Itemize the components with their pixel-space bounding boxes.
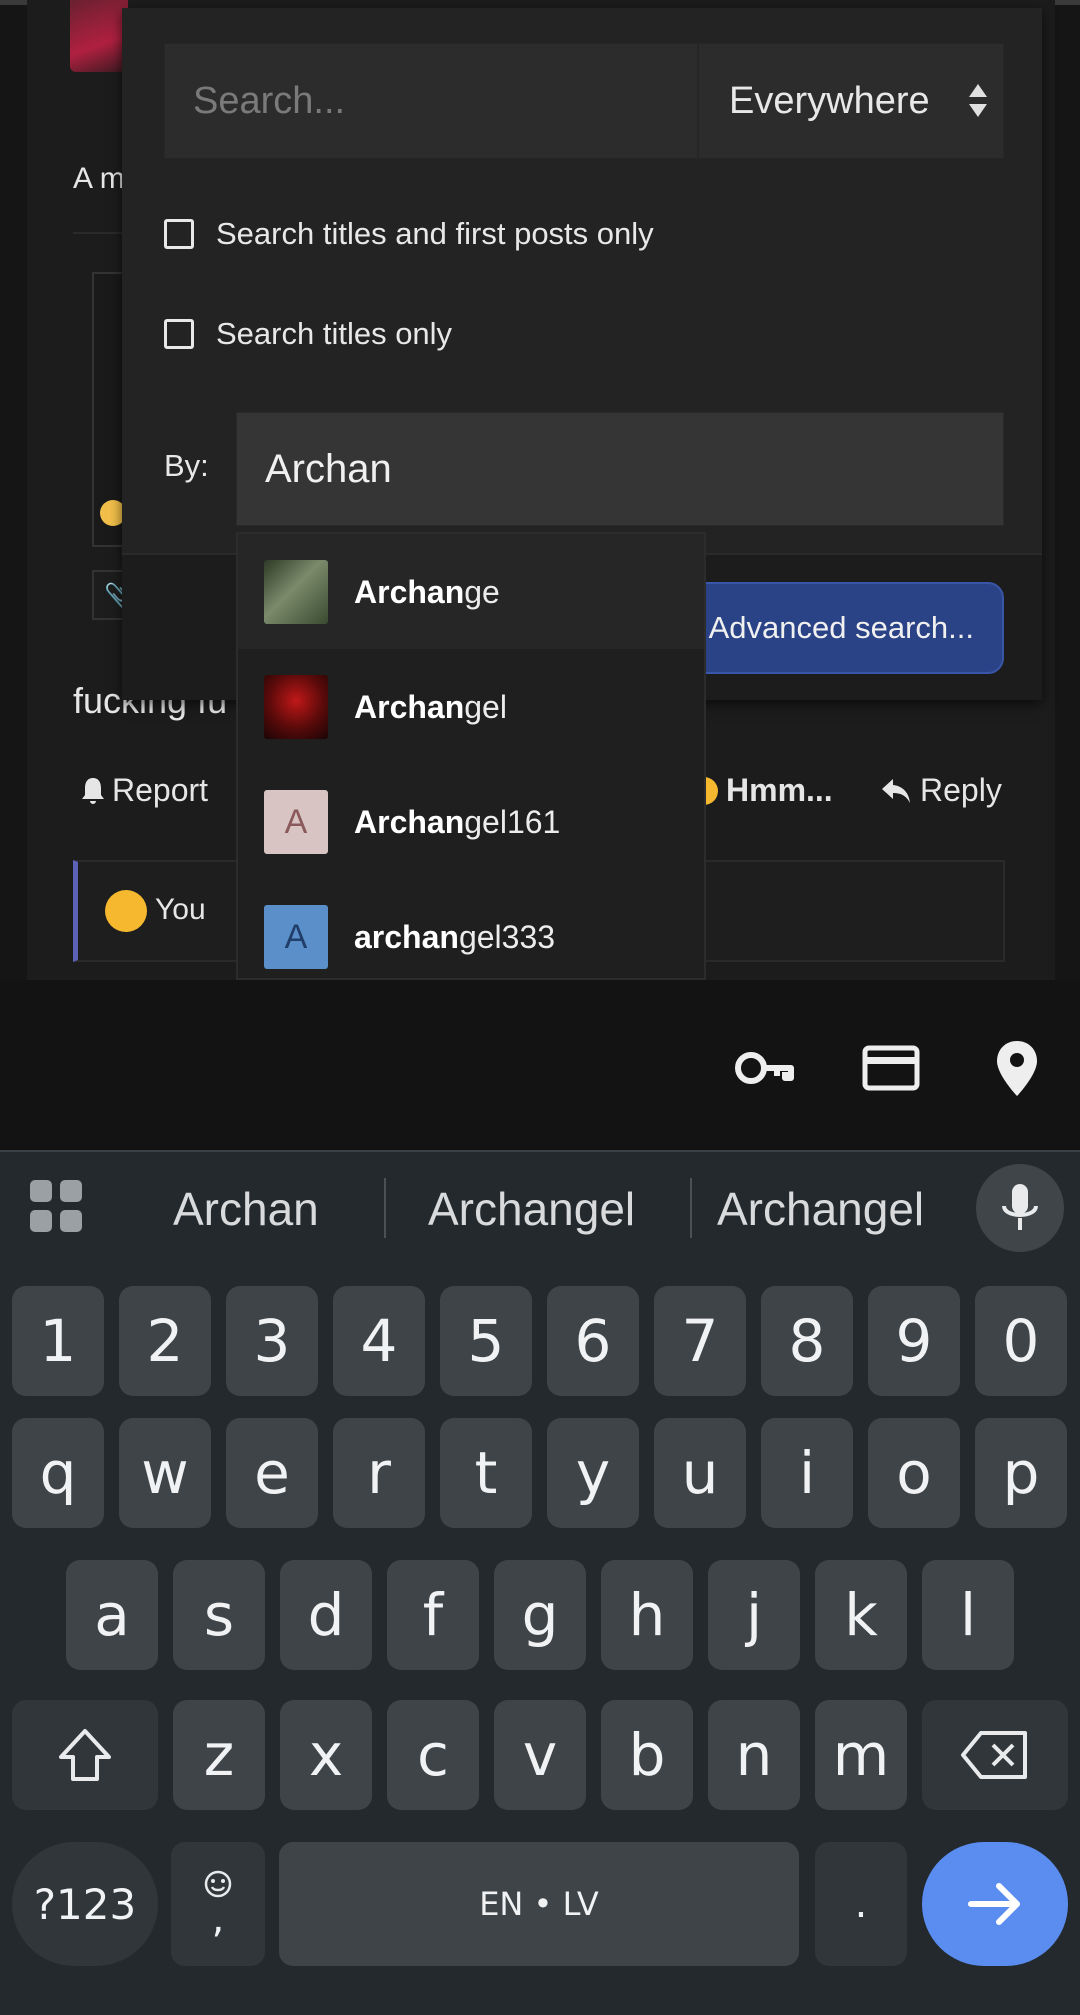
- suggestion-divider: [690, 1178, 692, 1238]
- key-h[interactable]: h: [601, 1560, 693, 1670]
- autocomplete-item[interactable]: Archange: [238, 534, 704, 649]
- key-0[interactable]: 0: [975, 1286, 1067, 1396]
- comma-label: ,: [211, 1896, 225, 1942]
- emoji-icon: [204, 1870, 232, 1898]
- titles-only-checkbox[interactable]: [164, 319, 194, 349]
- apps-grid-icon[interactable]: [30, 1180, 86, 1236]
- search-input[interactable]: [165, 44, 697, 158]
- post-text-fragment: A m: [73, 162, 125, 195]
- reply-arrow-icon: [882, 778, 910, 803]
- key-c[interactable]: c: [387, 1700, 479, 1810]
- key-7[interactable]: 7: [654, 1286, 746, 1396]
- key-9[interactable]: 9: [868, 1286, 960, 1396]
- hmm-reaction-link[interactable]: Hmm...: [690, 772, 833, 809]
- member-autocomplete-list: Archange Archangel A Archangel161 A arch…: [236, 532, 706, 980]
- member-name: Archangel: [354, 689, 507, 725]
- key-g[interactable]: g: [494, 1560, 586, 1670]
- emoji-comma-key[interactable]: ,: [171, 1842, 265, 1966]
- key-2[interactable]: 2: [119, 1286, 211, 1396]
- key-l[interactable]: l: [922, 1560, 1014, 1670]
- suggestion-2[interactable]: Archangel: [428, 1182, 635, 1236]
- reaction-you-label: You: [155, 893, 206, 926]
- key-t[interactable]: t: [440, 1418, 532, 1528]
- key-r[interactable]: r: [333, 1418, 425, 1528]
- key-z[interactable]: z: [173, 1700, 265, 1810]
- go-button[interactable]: [922, 1842, 1068, 1966]
- key-i[interactable]: i: [761, 1418, 853, 1528]
- microphone-button[interactable]: [976, 1164, 1064, 1252]
- key-p[interactable]: p: [975, 1418, 1067, 1528]
- autocomplete-item[interactable]: Archangel: [238, 649, 704, 764]
- key-icon[interactable]: [733, 1038, 795, 1098]
- key-k[interactable]: k: [815, 1560, 907, 1670]
- arrow-right-icon: [968, 1883, 1020, 1925]
- key-1[interactable]: 1: [12, 1286, 104, 1396]
- key-s[interactable]: s: [173, 1560, 265, 1670]
- autocomplete-item[interactable]: A Archangel161: [238, 764, 704, 879]
- key-8[interactable]: 8: [761, 1286, 853, 1396]
- suggestion-divider: [384, 1178, 386, 1238]
- member-avatar-letter: A: [264, 905, 328, 969]
- key-y[interactable]: y: [547, 1418, 639, 1528]
- bell-icon: [82, 777, 104, 804]
- search-scope-value: Everywhere: [729, 79, 930, 122]
- key-w[interactable]: w: [119, 1418, 211, 1528]
- titles-first-posts-checkbox[interactable]: [164, 219, 194, 249]
- backspace-icon: [961, 1731, 1027, 1779]
- key-f[interactable]: f: [387, 1560, 479, 1670]
- shift-key[interactable]: [12, 1700, 158, 1810]
- suggestion-3[interactable]: Archangel: [717, 1182, 924, 1236]
- key-o[interactable]: o: [868, 1418, 960, 1528]
- suggestion-1[interactable]: Archan: [173, 1182, 319, 1236]
- member-avatar: [264, 675, 328, 739]
- member-avatar-letter: A: [264, 790, 328, 854]
- backspace-key[interactable]: [922, 1700, 1068, 1810]
- member-name: archangel333: [354, 919, 556, 955]
- key-n[interactable]: n: [708, 1700, 800, 1810]
- shift-arrow-icon: [59, 1729, 111, 1781]
- key-b[interactable]: b: [601, 1700, 693, 1810]
- search-scope-select[interactable]: Everywhere: [697, 44, 1003, 158]
- titles-only-label: Search titles only: [216, 316, 453, 351]
- key-a[interactable]: a: [66, 1560, 158, 1670]
- hmm-label: Hmm...: [726, 772, 833, 808]
- credit-card-icon[interactable]: [860, 1038, 922, 1098]
- key-m[interactable]: m: [815, 1700, 907, 1810]
- titles-first-posts-label: Search titles and first posts only: [216, 216, 654, 251]
- key-3[interactable]: 3: [226, 1286, 318, 1396]
- autocomplete-item[interactable]: A archangel333: [238, 879, 704, 978]
- key-5[interactable]: 5: [440, 1286, 532, 1396]
- search-row: Everywhere: [164, 43, 1004, 159]
- reply-label: Reply: [920, 772, 1002, 808]
- thinking-emoji-icon: [105, 890, 147, 932]
- select-arrows-icon: [969, 84, 989, 120]
- space-bar[interactable]: EN • LV: [279, 1842, 799, 1966]
- report-link[interactable]: Report: [80, 772, 208, 809]
- report-label: Report: [112, 772, 209, 808]
- reply-link[interactable]: Reply: [880, 772, 1002, 809]
- symbols-key[interactable]: ?123: [12, 1842, 158, 1966]
- key-e[interactable]: e: [226, 1418, 318, 1528]
- option-titles-first-posts[interactable]: Search titles and first posts only: [164, 216, 654, 252]
- poster-avatar[interactable]: [70, 0, 128, 72]
- option-titles-only[interactable]: Search titles only: [164, 316, 452, 352]
- member-name: Archange: [354, 574, 500, 610]
- key-v[interactable]: v: [494, 1700, 586, 1810]
- key-6[interactable]: 6: [547, 1286, 639, 1396]
- key-q[interactable]: q: [12, 1418, 104, 1528]
- period-key[interactable]: .: [815, 1842, 907, 1966]
- key-j[interactable]: j: [708, 1560, 800, 1670]
- by-member-label: By:: [164, 448, 209, 483]
- key-u[interactable]: u: [654, 1418, 746, 1528]
- member-avatar: [264, 560, 328, 624]
- key-d[interactable]: d: [280, 1560, 372, 1670]
- location-pin-icon[interactable]: [986, 1038, 1048, 1098]
- by-member-input[interactable]: [236, 412, 1004, 526]
- key-x[interactable]: x: [280, 1700, 372, 1810]
- member-name: Archangel161: [354, 804, 561, 840]
- key-4[interactable]: 4: [333, 1286, 425, 1396]
- microphone-icon: [1002, 1184, 1038, 1230]
